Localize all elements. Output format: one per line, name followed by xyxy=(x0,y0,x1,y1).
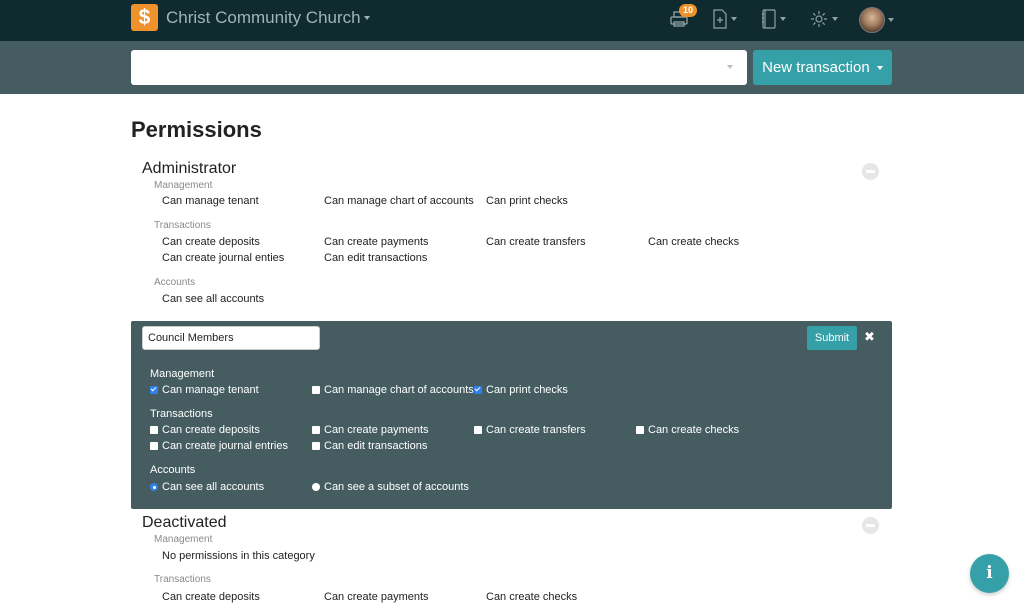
category-label: Management xyxy=(150,368,215,380)
checkbox[interactable] xyxy=(636,426,644,434)
checkbox[interactable] xyxy=(312,442,320,450)
category-label: Management xyxy=(154,534,213,545)
user-menu[interactable] xyxy=(859,7,894,33)
print-count-badge: 10 xyxy=(679,4,698,17)
permission-item: Can create transfers xyxy=(486,236,586,248)
checkbox-label: Can create transfers xyxy=(486,424,586,436)
chevron-down-icon xyxy=(888,18,894,22)
category-label: Transactions xyxy=(150,408,213,420)
checkbox-label: Can create deposits xyxy=(162,424,260,436)
category-label: Management xyxy=(154,180,213,191)
permission-item: Can see all accounts xyxy=(162,293,265,305)
top-navbar: $ Christ Community Church 10 xyxy=(0,0,1024,41)
checkbox[interactable] xyxy=(150,442,158,450)
dollar-logo-icon: $ xyxy=(131,4,158,31)
category-label: Accounts xyxy=(154,277,196,288)
new-document-icon xyxy=(713,9,727,29)
new-transaction-button[interactable]: New transaction xyxy=(753,50,892,85)
permission-item: Can manage tenant xyxy=(162,195,259,207)
radio-label: Can see all accounts xyxy=(162,481,265,493)
permission-item: Can print checks xyxy=(486,195,568,207)
radio[interactable] xyxy=(312,483,320,491)
checkbox-label: Can create journal entries xyxy=(162,440,288,452)
radio-label: Can see a subset of accounts xyxy=(324,481,469,493)
checkbox-label: Can print checks xyxy=(486,384,568,396)
permission-checkbox[interactable]: Can manage chart of accounts xyxy=(312,384,474,396)
radio[interactable] xyxy=(150,483,158,491)
chevron-down-icon xyxy=(832,17,838,21)
checkbox[interactable] xyxy=(150,386,158,394)
settings-menu[interactable] xyxy=(809,9,838,29)
permission-checkbox[interactable]: Can create transfers xyxy=(474,424,586,436)
checkbox-label: Can create checks xyxy=(648,424,740,436)
close-icon[interactable]: ✖ xyxy=(864,329,875,345)
new-transaction-label: New transaction xyxy=(762,59,870,76)
permission-item: Can create deposits xyxy=(162,236,260,248)
remove-role-button[interactable] xyxy=(862,163,879,180)
checkbox[interactable] xyxy=(474,386,482,394)
journal-menu[interactable] xyxy=(761,9,786,29)
checkbox-label: Can edit transactions xyxy=(324,440,428,452)
action-bar: New transaction xyxy=(0,41,1024,94)
permission-item: Can create checks xyxy=(648,236,740,248)
page-title: Permissions xyxy=(131,117,262,142)
submit-button[interactable]: Submit xyxy=(807,326,857,350)
permission-checkbox[interactable]: Can manage tenant xyxy=(150,384,259,396)
permission-item: Can manage chart of accounts xyxy=(324,195,474,207)
remove-role-button[interactable] xyxy=(862,517,879,534)
chevron-down-icon xyxy=(876,66,883,71)
permission-item: No permissions in this category xyxy=(162,550,315,562)
permission-item: Can create journal enties xyxy=(162,252,285,264)
permission-checkbox[interactable]: Can create journal entries xyxy=(150,440,288,452)
role-name: Deactivated xyxy=(142,514,227,531)
print-queue-button[interactable]: 10 xyxy=(669,4,698,29)
checkbox[interactable] xyxy=(474,426,482,434)
checkbox[interactable] xyxy=(312,426,320,434)
checkbox[interactable] xyxy=(312,386,320,394)
dropdown-caret-icon xyxy=(727,65,733,69)
permission-checkbox[interactable]: Can create checks xyxy=(636,424,739,436)
category-label: Accounts xyxy=(150,464,196,476)
gear-icon xyxy=(811,11,827,27)
category-label: Transactions xyxy=(154,220,211,231)
chevron-down-icon xyxy=(363,15,370,20)
role-name: Administrator xyxy=(142,160,237,177)
checkbox[interactable] xyxy=(150,426,158,434)
permission-checkbox[interactable]: Can edit transactions xyxy=(312,440,427,452)
permission-item: Can create payments xyxy=(324,236,429,248)
permission-item: Can edit transactions xyxy=(324,252,428,264)
permission-item: Can create payments xyxy=(324,591,429,603)
checkbox-label: Can manage chart of accounts xyxy=(324,384,474,396)
checkbox-label: Can manage tenant xyxy=(162,384,259,396)
checkbox-label: Can create payments xyxy=(324,424,429,436)
search-select[interactable] xyxy=(131,50,747,85)
chevron-down-icon xyxy=(731,17,737,21)
permission-checkbox[interactable]: Can create payments xyxy=(312,424,429,436)
permission-item: Can create checks xyxy=(486,591,578,603)
account-scope-radio[interactable]: Can see all accounts xyxy=(150,481,264,493)
chevron-down-icon xyxy=(780,17,786,21)
role-name-input[interactable] xyxy=(142,326,320,350)
org-switcher[interactable]: $ Christ Community Church xyxy=(131,4,370,31)
avatar xyxy=(859,7,885,33)
permission-item: Can create deposits xyxy=(162,591,260,603)
info-button[interactable]: i xyxy=(970,554,1009,593)
permission-checkbox[interactable]: Can create deposits xyxy=(150,424,260,436)
permission-checkbox[interactable]: Can print checks xyxy=(474,384,568,396)
role-editor-panel: Submit ✖ Management Can manage tenant Ca… xyxy=(131,321,892,509)
new-document-menu[interactable] xyxy=(712,9,737,29)
category-label: Transactions xyxy=(154,574,211,585)
account-scope-radio[interactable]: Can see a subset of accounts xyxy=(312,481,469,493)
org-name: Christ Community Church xyxy=(166,7,361,27)
notebook-icon xyxy=(762,9,776,29)
